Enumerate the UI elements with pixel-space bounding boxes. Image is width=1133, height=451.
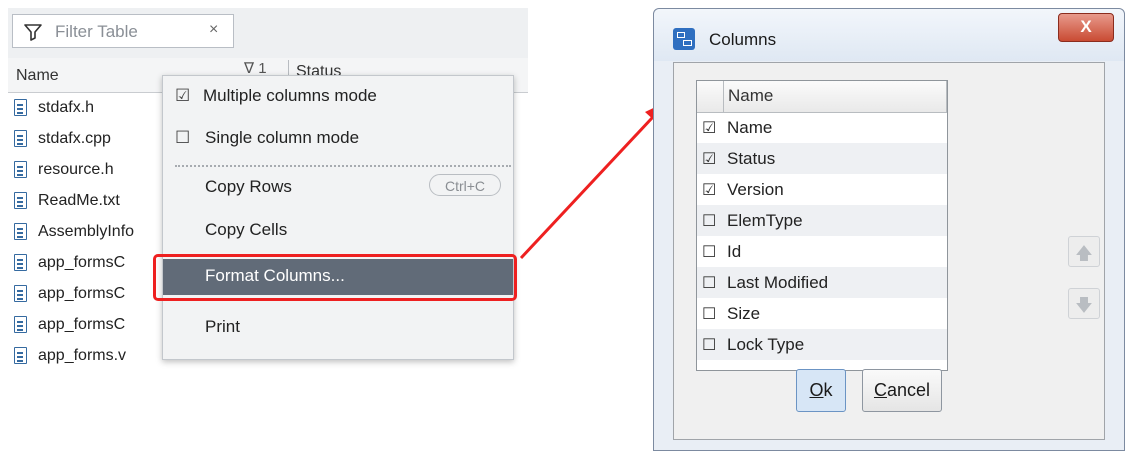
columns-list: Name ☑ Name ☑ Status ☑ Version ☐ ElemTyp… (696, 80, 948, 371)
column-label: Name (727, 118, 773, 137)
file-name: app_forms.v (38, 347, 127, 364)
checkbox-checked-icon[interactable]: ☑ (702, 180, 716, 200)
file-icon (14, 347, 27, 364)
file-icon (14, 285, 27, 302)
checkbox-checked-icon: ☑ (175, 86, 191, 105)
file-name: stdafx.h (38, 99, 95, 116)
column-row-elemtype[interactable]: ☐ ElemType (697, 205, 947, 236)
menu-item-label: Copy Cells (205, 220, 288, 239)
close-button[interactable]: X (1058, 13, 1114, 42)
column-label: Id (727, 242, 742, 261)
list-header-name[interactable]: Name (728, 86, 773, 106)
file-name: app_formsC (38, 285, 126, 302)
checkbox-unchecked-icon[interactable]: ☐ (702, 304, 716, 324)
file-icon (14, 161, 27, 178)
list-header-end (946, 81, 947, 112)
ok-label-rest: k (823, 380, 833, 400)
checkbox-checked-icon[interactable]: ☑ (702, 149, 716, 169)
column-row-version[interactable]: ☑ Version (697, 174, 947, 205)
filter-icon (24, 24, 42, 41)
cancel-label-rest: ancel (886, 380, 931, 400)
checkbox-unchecked-icon[interactable]: ☐ (702, 242, 716, 262)
menu-item-print[interactable]: Print (163, 317, 513, 347)
move-down-button[interactable]: 🡇 (1068, 288, 1100, 319)
column-row-lock-type[interactable]: ☐ Lock Type (697, 329, 947, 360)
column-row-size[interactable]: ☐ Size (697, 298, 947, 329)
list-header-selector (697, 81, 724, 112)
cancel-mnemonic: C (873, 380, 887, 400)
checkbox-unchecked-icon[interactable]: ☐ (702, 211, 716, 231)
file-icon (14, 99, 27, 116)
context-menu: ☑ Multiple columns mode ☐ Single column … (162, 75, 514, 360)
dialog-title: Columns (709, 30, 777, 49)
dialog-titlebar[interactable]: Columns X (654, 9, 1124, 61)
arrow-down-icon: 🡇 (1075, 296, 1093, 315)
checkbox-unchecked-icon[interactable]: ☐ (702, 335, 716, 355)
move-up-button[interactable]: 🡅 (1068, 236, 1100, 267)
menu-item-label: Copy Rows (205, 177, 292, 196)
column-row-status[interactable]: ☑ Status (697, 143, 947, 174)
filter-placeholder: Filter Table (55, 22, 138, 41)
column-label: Size (727, 304, 761, 323)
menu-item-label: Single column mode (205, 128, 360, 147)
file-icon (14, 130, 27, 147)
columns-app-icon (673, 28, 695, 50)
checkbox-unchecked-icon: ☐ (175, 128, 191, 147)
filter-input[interactable]: Filter Table × (12, 14, 234, 48)
column-label: Status (727, 149, 776, 168)
file-icon (14, 223, 27, 240)
file-name: ReadMe.txt (38, 192, 120, 209)
column-label: Last Modified (727, 273, 829, 292)
clear-filter-icon[interactable]: × (209, 21, 218, 39)
menu-item-single-column-mode[interactable]: ☐ Single column mode (163, 128, 513, 158)
column-label: ElemType (727, 211, 803, 230)
filter-bar: Filter Table × (8, 8, 528, 58)
column-label: Lock Type (727, 335, 805, 354)
column-row-last-modified[interactable]: ☐ Last Modified (697, 267, 947, 298)
cancel-button[interactable]: Cancel (862, 369, 942, 412)
file-name: AssemblyInfo (38, 223, 135, 240)
file-icon (14, 192, 27, 209)
file-name: stdafx.cpp (38, 130, 111, 147)
list-header: Name (697, 81, 947, 113)
highlight-box (153, 254, 517, 301)
column-row-name[interactable]: ☑ Name (697, 112, 947, 143)
checkbox-unchecked-icon[interactable]: ☐ (702, 273, 716, 293)
file-name: app_formsC (38, 254, 126, 271)
file-icon (14, 316, 27, 333)
menu-item-label: Multiple columns mode (203, 86, 377, 105)
column-header-name[interactable]: Name (16, 67, 59, 85)
file-name: resource.h (38, 161, 114, 178)
ok-button[interactable]: Ok (796, 369, 846, 412)
file-icon (14, 254, 27, 271)
menu-item-label: Print (205, 317, 240, 336)
checkbox-checked-icon[interactable]: ☑ (702, 118, 716, 138)
column-label: Version (727, 180, 784, 199)
file-name: app_formsC (38, 316, 126, 333)
menu-separator (175, 165, 511, 167)
close-icon: X (1080, 17, 1092, 36)
arrow-line (519, 116, 654, 260)
arrow-up-icon: 🡅 (1075, 244, 1093, 263)
column-row-id[interactable]: ☐ Id (697, 236, 947, 267)
ok-mnemonic: O (809, 380, 824, 400)
menu-item-copy-cells[interactable]: Copy Cells (163, 220, 513, 250)
shortcut-badge: Ctrl+C (429, 174, 501, 196)
menu-item-multiple-columns-mode[interactable]: ☑ Multiple columns mode (163, 86, 513, 116)
